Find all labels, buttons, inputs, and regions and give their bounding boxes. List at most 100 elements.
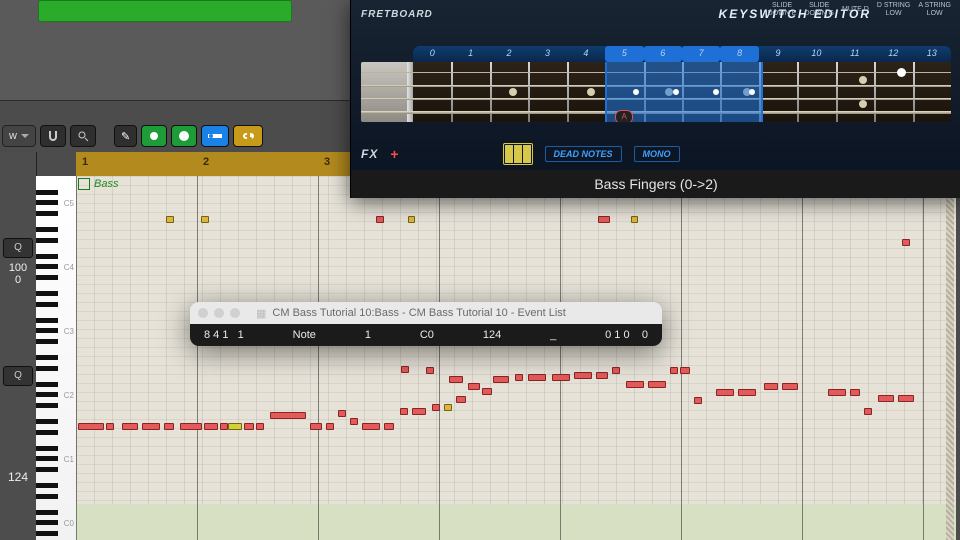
midi-note[interactable] <box>310 423 322 430</box>
tool-color[interactable] <box>171 125 197 147</box>
quantize-button[interactable]: Q <box>3 238 33 258</box>
midi-note[interactable] <box>648 381 666 388</box>
keyswitch-keys-icon[interactable] <box>503 143 533 165</box>
midi-note[interactable] <box>142 423 160 430</box>
midi-note[interactable] <box>716 389 734 396</box>
midi-note[interactable] <box>256 423 264 430</box>
snap-button[interactable] <box>40 125 66 147</box>
fret-number: 0 <box>413 46 451 62</box>
midi-note[interactable] <box>350 418 358 425</box>
midi-note[interactable] <box>376 216 384 223</box>
midi-note[interactable] <box>515 374 523 381</box>
midi-note[interactable] <box>270 412 306 419</box>
tool-brush[interactable] <box>141 125 167 147</box>
midi-note[interactable] <box>384 423 394 430</box>
midi-note[interactable] <box>694 397 702 404</box>
midi-note[interactable] <box>449 376 463 383</box>
midi-note[interactable] <box>878 395 894 402</box>
midi-note[interactable] <box>408 216 415 223</box>
close-icon[interactable] <box>198 308 208 318</box>
window-controls[interactable] <box>198 308 240 318</box>
midi-note[interactable] <box>764 383 778 390</box>
chevron-down-icon <box>21 132 29 140</box>
midi-note[interactable] <box>456 396 466 403</box>
midi-note[interactable] <box>426 367 434 374</box>
event-row[interactable]: 8 4 1 1 Note 1 C0 124 _ 0 1 0 0 <box>190 324 662 346</box>
midi-note[interactable] <box>574 372 592 379</box>
root-note-marker[interactable]: A <box>615 110 633 122</box>
midi-note[interactable] <box>244 423 254 430</box>
midi-note[interactable] <box>180 423 202 430</box>
midi-note[interactable] <box>898 395 914 402</box>
articulation-toggle[interactable]: A STRINGLOW <box>918 2 951 18</box>
view-mode-selector[interactable]: w <box>2 125 36 147</box>
midi-note[interactable] <box>220 423 228 430</box>
zoom-button[interactable] <box>70 125 96 147</box>
add-fx-button[interactable]: + <box>390 146 398 162</box>
fret-number: 12 <box>874 46 912 62</box>
piano-roll-grid[interactable] <box>76 176 956 540</box>
tool-pointer[interactable]: ✎ <box>114 125 137 147</box>
midi-note[interactable] <box>362 423 380 430</box>
arrange-region[interactable] <box>38 0 292 22</box>
midi-note[interactable] <box>228 423 242 430</box>
articulation-toggle[interactable]: SLIDEDOWN E <box>768 2 797 18</box>
midi-note[interactable] <box>106 423 114 430</box>
midi-note[interactable] <box>552 374 570 381</box>
midi-note[interactable] <box>400 408 408 415</box>
midi-note[interactable] <box>78 423 104 430</box>
midi-note[interactable] <box>528 374 546 381</box>
midi-note[interactable] <box>596 372 608 379</box>
midi-note[interactable] <box>680 367 690 374</box>
quantize-value[interactable]: 100 <box>0 262 36 274</box>
midi-note[interactable] <box>412 408 426 415</box>
midi-note[interactable] <box>626 381 644 388</box>
midi-note[interactable] <box>326 423 334 430</box>
articulation-toggle[interactable]: D STRINGLOW <box>877 2 910 18</box>
midi-note[interactable] <box>432 404 440 411</box>
mono-toggle[interactable]: MONO <box>634 146 680 162</box>
midi-note[interactable] <box>482 388 492 395</box>
fret-number: 6 <box>644 46 682 62</box>
midi-note[interactable] <box>338 410 346 417</box>
fretboard[interactable]: A <box>361 62 951 122</box>
midi-note[interactable] <box>782 383 798 390</box>
midi-note[interactable] <box>493 376 509 383</box>
midi-note[interactable] <box>401 366 409 373</box>
fretboard-panel: 012345678910111213 A <box>361 46 951 136</box>
midi-note[interactable] <box>738 389 756 396</box>
track-name-label: Bass <box>94 178 118 190</box>
midi-note[interactable] <box>850 389 860 396</box>
midi-note[interactable] <box>828 389 846 396</box>
midi-note[interactable] <box>631 216 638 223</box>
quantize-subvalue[interactable]: 0 <box>0 274 36 286</box>
midi-note[interactable] <box>204 423 218 430</box>
midi-note[interactable] <box>598 216 610 223</box>
midi-note[interactable] <box>612 367 620 374</box>
midi-note[interactable] <box>468 383 480 390</box>
minimize-icon[interactable] <box>214 308 224 318</box>
midi-note[interactable] <box>864 408 872 415</box>
link-button[interactable] <box>233 125 263 147</box>
bar-number: 2 <box>203 156 209 168</box>
preset-name-bar[interactable]: Bass Fingers (0->2) <box>351 170 960 198</box>
piano-keyboard[interactable]: C5 C4 C3 C2 C1 C0 <box>36 176 77 540</box>
midi-note[interactable] <box>164 423 174 430</box>
midi-note[interactable] <box>122 423 138 430</box>
velocity-q-button[interactable]: Q <box>3 366 33 386</box>
instrument-plugin-window[interactable]: FRETBOARD KEYSWITCH EDITOR SLIDEDOWN ESL… <box>350 0 960 198</box>
midi-note[interactable] <box>444 404 452 411</box>
articulation-toggle[interactable]: MUTE D <box>842 6 869 14</box>
midi-note[interactable] <box>201 216 209 223</box>
dead-notes-toggle[interactable]: DEAD NOTES <box>545 146 622 162</box>
midi-in-button[interactable] <box>201 125 229 147</box>
midi-note[interactable] <box>166 216 174 223</box>
event-position: 8 4 1 1 <box>204 329 244 341</box>
event-list-titlebar[interactable]: ▦ CM Bass Tutorial 10:Bass - CM Bass Tut… <box>190 302 662 324</box>
midi-note[interactable] <box>670 367 678 374</box>
velocity-value[interactable]: 124 <box>0 470 36 484</box>
event-list-window[interactable]: ▦ CM Bass Tutorial 10:Bass - CM Bass Tut… <box>190 302 662 346</box>
midi-note[interactable] <box>902 239 910 246</box>
zoom-icon[interactable] <box>230 308 240 318</box>
articulation-toggle[interactable]: SLIDEDOWN G <box>804 2 834 18</box>
